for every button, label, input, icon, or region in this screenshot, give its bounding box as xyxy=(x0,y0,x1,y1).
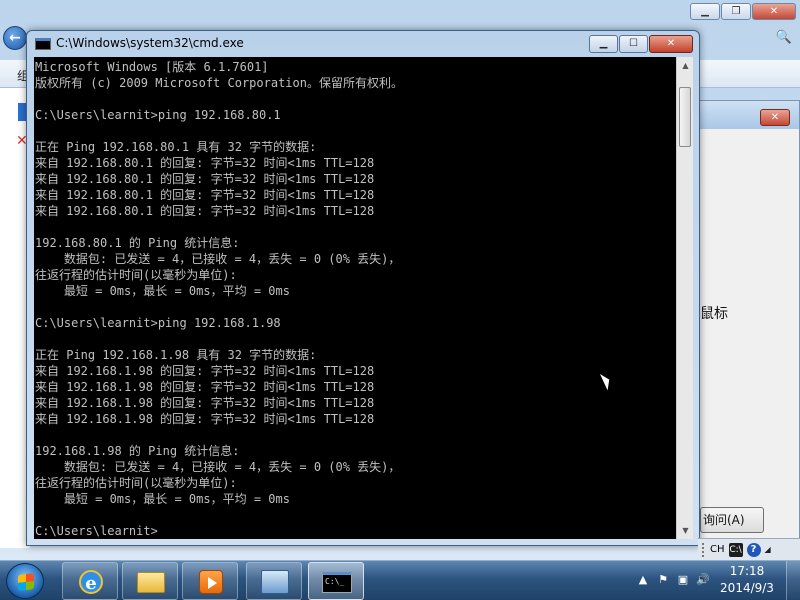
langbar-language[interactable]: CH xyxy=(710,544,725,555)
cmd-console-output[interactable]: Microsoft Windows [版本 6.1.7601] 版权所有 (c) … xyxy=(34,57,676,539)
help-icon[interactable]: ? xyxy=(746,542,761,557)
console-line: 数据包: 已发送 = 4，已接收 = 4，丢失 = 0 (0% 丢失)， xyxy=(35,252,401,266)
cmd-window-icon[interactable] xyxy=(35,38,51,50)
show-desktop-button[interactable] xyxy=(786,561,800,600)
tray-expand-icon[interactable]: ▲ xyxy=(636,573,650,586)
console-line: 最短 = 0ms，最长 = 0ms，平均 = 0ms xyxy=(35,492,290,506)
console-line: 192.168.80.1 的 Ping 统计信息: xyxy=(35,236,240,250)
language-bar: CH C:\ ? ◢ xyxy=(698,538,800,560)
system-tray: ▲ ⚑ ▣ 🔊 xyxy=(636,573,710,586)
console-line: 来自 192.168.1.98 的回复: 字节=32 时间<1ms TTL=12… xyxy=(35,412,375,426)
taskbar-media-player[interactable] xyxy=(182,562,238,600)
console-line: 来自 192.168.80.1 的回复: 字节=32 时间<1ms TTL=12… xyxy=(35,188,375,202)
console-line: 往返行程的估计时间(以毫秒为单位): xyxy=(35,268,237,282)
taskbar-clock[interactable]: 17:18 2014/9/3 xyxy=(712,563,782,597)
media-player-icon xyxy=(199,570,223,594)
console-line: C:\Users\learnit>ping 192.168.80.1 xyxy=(35,108,281,122)
clock-date: 2014/9/3 xyxy=(720,581,774,595)
console-line: 来自 192.168.1.98 的回复: 字节=32 时间<1ms TTL=12… xyxy=(35,380,375,394)
langbar-grip-icon[interactable] xyxy=(702,542,706,557)
scroll-down-arrow-icon[interactable]: ▼ xyxy=(677,522,694,539)
console-line: 正在 Ping 192.168.1.98 具有 32 字节的数据: xyxy=(35,348,317,362)
internet-explorer-icon: e xyxy=(79,570,103,594)
console-line: 往返行程的估计时间(以毫秒为单位): xyxy=(35,476,237,490)
console-line: 数据包: 已发送 = 4，已接收 = 4，丢失 = 0 (0% 丢失)， xyxy=(35,460,401,474)
console-line: C:\Users\learnit>ping 192.168.1.98 xyxy=(35,316,281,330)
minimize-icon[interactable]: ▁ xyxy=(690,3,720,20)
background-window-controls: ▁ ❐ ✕ xyxy=(690,3,796,20)
back-arrow-icon[interactable]: ← xyxy=(3,26,27,50)
close-icon[interactable]: ✕ xyxy=(752,3,796,20)
cmd-window-controls: ▁ ☐ ✕ xyxy=(589,35,693,53)
volume-icon[interactable]: 🔊 xyxy=(696,573,710,586)
start-button[interactable] xyxy=(6,563,44,599)
folder-icon xyxy=(137,572,165,593)
action-center-flag-icon[interactable]: ⚑ xyxy=(656,573,670,586)
dialog-text: 鼠标 xyxy=(700,306,728,322)
cmd-titlebar[interactable]: C:\Windows\system32\cmd.exe ▁ ☐ ✕ xyxy=(27,31,699,57)
console-line: 正在 Ping 192.168.80.1 具有 32 字节的数据: xyxy=(35,140,317,154)
console-line: 来自 192.168.1.98 的回复: 字节=32 时间<1ms TTL=12… xyxy=(35,364,375,378)
network-tray-icon[interactable]: ▣ xyxy=(676,573,690,586)
ime-icon[interactable]: C:\ xyxy=(728,542,743,557)
network-icon xyxy=(261,570,289,594)
close-icon[interactable]: ✕ xyxy=(649,35,693,53)
console-line: C:\Users\learnit> xyxy=(35,524,158,538)
dialog-close-icon[interactable]: ✕ xyxy=(760,109,790,126)
console-line: 来自 192.168.80.1 的回复: 字节=32 时间<1ms TTL=12… xyxy=(35,156,375,170)
cmd-scrollbar[interactable]: ▲ ▼ xyxy=(676,57,693,539)
search-icon[interactable]: 🔍 xyxy=(776,30,792,45)
console-line: Microsoft Windows [版本 6.1.7601] xyxy=(35,60,269,74)
console-line: 来自 192.168.80.1 的回复: 字节=32 时间<1ms TTL=12… xyxy=(35,204,375,218)
windows-logo-icon xyxy=(18,573,34,591)
scroll-thumb[interactable] xyxy=(679,87,691,147)
console-line: 最短 = 0ms，最长 = 0ms，平均 = 0ms xyxy=(35,284,290,298)
minimize-icon[interactable]: ▁ xyxy=(589,35,618,53)
langbar-options-arrow-icon[interactable]: ◢ xyxy=(765,545,771,554)
taskbar-cmd[interactable]: C:\_ xyxy=(308,562,364,600)
maximize-icon[interactable]: ❐ xyxy=(721,3,751,20)
taskbar-network[interactable] xyxy=(246,562,302,600)
maximize-icon[interactable]: ☐ xyxy=(619,35,648,53)
cmd-icon: C:\_ xyxy=(322,572,352,593)
console-line: 来自 192.168.1.98 的回复: 字节=32 时间<1ms TTL=12… xyxy=(35,396,375,410)
cmd-title: C:\Windows\system32\cmd.exe xyxy=(56,36,244,50)
dialog-ask-button[interactable]: 询问(A) xyxy=(700,507,764,533)
taskbar-internet-explorer[interactable]: e xyxy=(62,562,118,600)
console-line: 192.168.1.98 的 Ping 统计信息: xyxy=(35,444,240,458)
clock-time: 17:18 xyxy=(729,564,765,578)
console-line: 来自 192.168.80.1 的回复: 字节=32 时间<1ms TTL=12… xyxy=(35,172,375,186)
taskbar-windows-explorer[interactable] xyxy=(122,562,178,600)
scroll-up-arrow-icon[interactable]: ▲ xyxy=(677,57,694,74)
console-line: 版权所有 (c) 2009 Microsoft Corporation。保留所有… xyxy=(35,76,403,90)
cmd-window: C:\Windows\system32\cmd.exe ▁ ☐ ✕ Micros… xyxy=(26,30,700,546)
